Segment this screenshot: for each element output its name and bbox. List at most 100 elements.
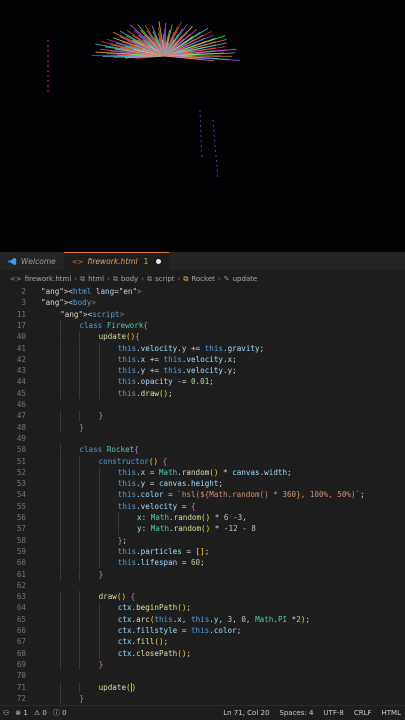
language-mode[interactable]: HTML: [382, 709, 401, 717]
line-number[interactable]: 42: [0, 354, 26, 365]
breadcrumb-item[interactable]: script: [155, 275, 175, 283]
unsaved-dot-icon[interactable]: [156, 259, 162, 264]
breadcrumb-item[interactable]: body: [121, 275, 138, 283]
code-text[interactable]: this.color = `hsl(${Math.random() * 360}…: [118, 489, 365, 500]
code-text[interactable]: ctx.arc(this.x, this.y, 3, 0, Math.PI *2…: [118, 614, 310, 625]
warning-icon[interactable]: ⚠ 0: [34, 709, 47, 717]
code-line[interactable]: 56 x: Math.random() * 6 -3,: [0, 512, 405, 524]
line-number[interactable]: 48: [0, 422, 26, 433]
code-line[interactable]: 66 ctx.fillstyle = this.color;: [0, 625, 405, 637]
line-number[interactable]: 52: [0, 467, 26, 478]
line-number[interactable]: 59: [0, 546, 26, 557]
code-line[interactable]: 51 constructor() {: [0, 455, 405, 467]
line-number[interactable]: 45: [0, 388, 26, 399]
code-line[interactable]: 42 this.x += this.velocity.x;: [0, 353, 405, 366]
code-line[interactable]: 50 class Rocket{: [0, 444, 405, 456]
code-line[interactable]: 41 this.velocity.y += this.gravity;: [0, 342, 405, 354]
line-number[interactable]: 65: [0, 614, 26, 625]
code-area[interactable]: 2 "ang"><html lang="en"> 3 "ang"><body> 11 "a…: [0, 286, 405, 706]
code-line[interactable]: 62: [0, 580, 405, 591]
encoding[interactable]: UTF-8: [323, 709, 343, 717]
code-line[interactable]: 67 ctx.fill();: [0, 636, 405, 648]
code-line[interactable]: 49: [0, 433, 405, 444]
code-line[interactable]: 44 this.opacity -= 0.01;: [0, 376, 405, 388]
line-number[interactable]: 3: [0, 297, 26, 308]
line-number[interactable]: 51: [0, 456, 26, 467]
code-line[interactable]: 11 "ang"><script>: [0, 309, 405, 320]
code-line[interactable]: 72}: [0, 692, 405, 705]
code-text[interactable]: ctx.fill();: [118, 636, 168, 647]
info-icon[interactable]: ⓘ 0: [53, 708, 67, 718]
code-line[interactable]: 3 "ang"><body>: [0, 297, 405, 308]
code-line[interactable]: 70: [0, 670, 405, 681]
code-text[interactable]: this.velocity = {: [118, 501, 196, 512]
code-text[interactable]: };: [118, 535, 127, 546]
code-text[interactable]: constructor() {: [99, 456, 168, 467]
code-line[interactable]: 68 ctx.closePath();: [0, 647, 405, 659]
breadcrumb-item[interactable]: html: [88, 275, 104, 283]
line-number[interactable]: 44: [0, 376, 26, 387]
line-number[interactable]: 53: [0, 478, 26, 489]
line-number[interactable]: 70: [0, 670, 26, 681]
code-text[interactable]: this.x = Math.random() * canvas.width;: [118, 467, 292, 478]
code-text[interactable]: this.y = canvas.height;: [118, 478, 223, 489]
tab-welcome[interactable]: Welcome: [0, 252, 64, 270]
code-text[interactable]: this.draw();: [118, 388, 173, 399]
code-line[interactable]: 59 this.particles = [];: [0, 545, 405, 558]
code-text[interactable]: }: [99, 659, 104, 670]
code-text[interactable]: this.particles = [];: [118, 546, 209, 557]
code-text[interactable]: }: [99, 410, 104, 421]
code-text[interactable]: this.opacity -= 0.01;: [118, 376, 214, 387]
line-number[interactable]: 60: [0, 557, 26, 568]
code-text[interactable]: }: [79, 422, 84, 433]
code-line[interactable]: 48}: [0, 421, 405, 433]
code-text[interactable]: update(){: [99, 331, 140, 342]
code-line[interactable]: 45 this.draw();: [0, 387, 405, 399]
code-line[interactable]: 61}: [0, 568, 405, 580]
code-line[interactable]: 46: [0, 399, 405, 410]
code-text[interactable]: this.y += this.velocity.y;: [118, 365, 237, 376]
line-number[interactable]: 64: [0, 602, 26, 613]
end-of-line[interactable]: CRLF: [354, 709, 372, 717]
code-line[interactable]: 58};: [0, 534, 405, 546]
line-number[interactable]: 57: [0, 523, 26, 534]
code-text[interactable]: x: Math.random() * 6 -3,: [137, 512, 247, 523]
code-line[interactable]: 69}: [0, 658, 405, 671]
breadcrumb-item[interactable]: firework.html: [25, 275, 72, 283]
code-line[interactable]: 71 update(): [0, 681, 405, 693]
error-icon[interactable]: ⊗ 1: [15, 709, 28, 717]
line-number[interactable]: 11: [0, 309, 26, 320]
code-text[interactable]: }: [99, 569, 104, 580]
tab-firework-html[interactable]: <> firework.html 1: [63, 252, 170, 270]
code-line[interactable]: 17 class Firework{: [0, 319, 405, 332]
line-number[interactable]: 17: [0, 320, 26, 331]
code-text[interactable]: class Firework{: [79, 320, 148, 331]
line-number[interactable]: 55: [0, 501, 26, 512]
code-line[interactable]: 2 "ang"><html lang="en">: [0, 286, 405, 297]
line-number[interactable]: 58: [0, 535, 26, 546]
code-text[interactable]: draw() {: [99, 591, 136, 602]
code-line[interactable]: 43 this.y += this.velocity.y;: [0, 365, 405, 377]
code-text[interactable]: this.velocity.y += this.gravity;: [118, 343, 264, 354]
line-number[interactable]: 67: [0, 636, 26, 647]
line-number[interactable]: 62: [0, 580, 26, 591]
code-text[interactable]: this.x += this.velocity.x;: [118, 354, 237, 365]
code-line[interactable]: 40 update(){: [0, 331, 405, 343]
code-text[interactable]: this.lifespan = 60;: [118, 557, 205, 568]
code-line[interactable]: 52 this.x = Math.random() * canvas.width;: [0, 466, 405, 479]
code-line[interactable]: 63 draw() {: [0, 591, 405, 603]
code-line[interactable]: 47}: [0, 410, 405, 422]
code-line[interactable]: 54 this.color = `hsl(${Math.random() * 36…: [0, 489, 405, 501]
code-text[interactable]: ctx.beginPath();: [118, 602, 191, 613]
code-text[interactable]: ctx.fillstyle = this.color;: [118, 625, 241, 636]
cursor-position[interactable]: Ln 71, Col 20: [223, 709, 269, 717]
line-number[interactable]: 54: [0, 489, 26, 500]
line-number[interactable]: 2: [0, 286, 26, 297]
indentation[interactable]: Spaces: 4: [279, 709, 313, 717]
code-line[interactable]: 57 y: Math.random() * -12 - 8: [0, 523, 405, 535]
line-number[interactable]: 56: [0, 512, 26, 523]
line-number[interactable]: 63: [0, 591, 26, 602]
code-line[interactable]: 65 ctx.arc(this.x, this.y, 3, 0, Math.PI …: [0, 613, 405, 625]
line-number[interactable]: 66: [0, 625, 26, 636]
code-text[interactable]: class Rocket{: [79, 444, 138, 455]
